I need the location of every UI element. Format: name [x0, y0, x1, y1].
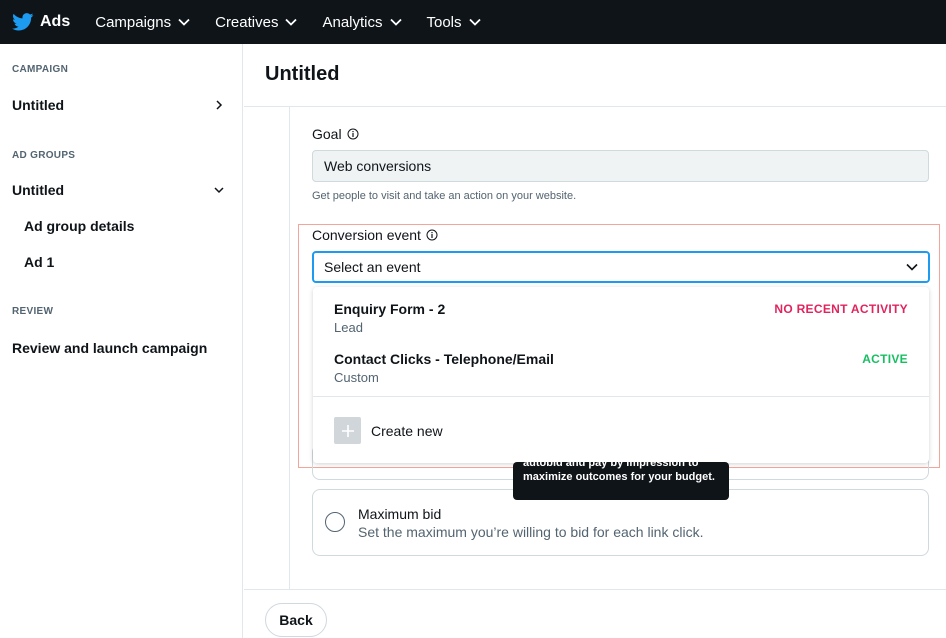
nav-campaigns-label: Campaigns	[95, 13, 172, 31]
step-line	[289, 107, 290, 589]
chevron-down-icon	[178, 18, 190, 26]
chevron-down-icon	[285, 18, 298, 26]
radio-button[interactable]	[325, 512, 345, 532]
sidebar-ad-group-name: Untitled	[12, 182, 65, 198]
event-status-badge: ACTIVE	[862, 352, 908, 366]
event-option[interactable]: Contact Clicks - Telephone/Email Custom …	[334, 351, 908, 385]
conversion-event-dropdown: Enquiry Form - 2 Lead NO RECENT ACTIVITY…	[313, 287, 929, 463]
sidebar-item-review[interactable]: Review and launch campaign	[12, 340, 224, 356]
nav-creatives[interactable]: Creatives	[215, 13, 298, 31]
top-navbar: Ads Campaigns Creatives Analytics Tools	[0, 0, 946, 44]
review-section-label: REVIEW	[12, 306, 54, 317]
tooltip-line-2: maximize outcomes for your budget.	[523, 471, 715, 483]
nav-campaigns[interactable]: Campaigns	[95, 14, 190, 31]
event-option[interactable]: Enquiry Form - 2 Lead NO RECENT ACTIVITY	[334, 301, 908, 335]
event-option-type: Custom	[334, 370, 379, 385]
chevron-down-icon	[468, 18, 481, 26]
nav-tools-label: Tools	[426, 13, 462, 31]
create-new-button[interactable]: Create new	[334, 417, 443, 444]
conversion-label-row: Conversion event	[312, 227, 438, 243]
create-new-label: Create new	[371, 422, 443, 439]
chevron-down-icon	[389, 18, 402, 26]
back-button[interactable]: Back	[265, 603, 327, 637]
tooltip: autobid and pay by impression to maximiz…	[513, 462, 729, 500]
main-content: Untitled Goal Web conversions Get people…	[244, 44, 946, 638]
select-placeholder: Select an event	[324, 259, 421, 275]
bid-option-description: Set the maximum you’re willing to bid fo…	[358, 524, 704, 540]
twitter-bird-icon	[12, 13, 34, 31]
sidebar: CAMPAIGN Untitled AD GROUPS Untitled Ad …	[0, 44, 243, 638]
page-title: Untitled	[265, 63, 340, 85]
sidebar-item-ad-group[interactable]: Untitled	[12, 182, 224, 198]
nav-tools[interactable]: Tools	[427, 14, 481, 31]
sidebar-item-campaign[interactable]: Untitled	[12, 97, 224, 113]
chevron-right-icon	[216, 100, 223, 110]
event-option-name: Contact Clicks - Telephone/Email	[334, 351, 554, 367]
chevron-down-icon	[214, 187, 224, 194]
ad-groups-section-label: AD GROUPS	[12, 150, 76, 161]
nav-creatives-label: Creatives	[215, 13, 279, 31]
info-icon[interactable]	[426, 229, 438, 241]
goal-field: Web conversions	[312, 150, 929, 182]
plus-icon	[334, 417, 361, 444]
bid-option-title: Maximum bid	[358, 506, 442, 522]
divider	[244, 589, 946, 590]
brand[interactable]: Ads	[12, 13, 70, 31]
divider	[244, 106, 946, 107]
goal-label-row: Goal	[312, 126, 359, 142]
conversion-event-select[interactable]: Select an event	[312, 251, 930, 283]
divider	[313, 396, 929, 397]
goal-helper-text: Get people to visit and take an action o…	[312, 190, 577, 202]
brand-label: Ads	[40, 13, 71, 30]
sidebar-review-label: Review and launch campaign	[12, 340, 208, 356]
sidebar-campaign-name: Untitled	[12, 97, 65, 113]
conversion-event-label: Conversion event	[312, 227, 421, 243]
tooltip-line-1: autobid and pay by impression to	[523, 462, 699, 469]
info-icon[interactable]	[347, 128, 359, 140]
event-option-type: Lead	[334, 320, 363, 335]
nav-analytics[interactable]: Analytics	[322, 13, 402, 31]
campaign-section-label: CAMPAIGN	[12, 64, 69, 75]
goal-label: Goal	[312, 126, 342, 142]
sidebar-item-ad-group-details[interactable]: Ad group details	[24, 218, 134, 234]
sidebar-item-ad-1[interactable]: Ad 1	[24, 254, 54, 270]
chevron-down-icon	[906, 263, 918, 271]
nav-analytics-label: Analytics	[322, 13, 383, 31]
event-status-badge: NO RECENT ACTIVITY	[774, 302, 908, 316]
